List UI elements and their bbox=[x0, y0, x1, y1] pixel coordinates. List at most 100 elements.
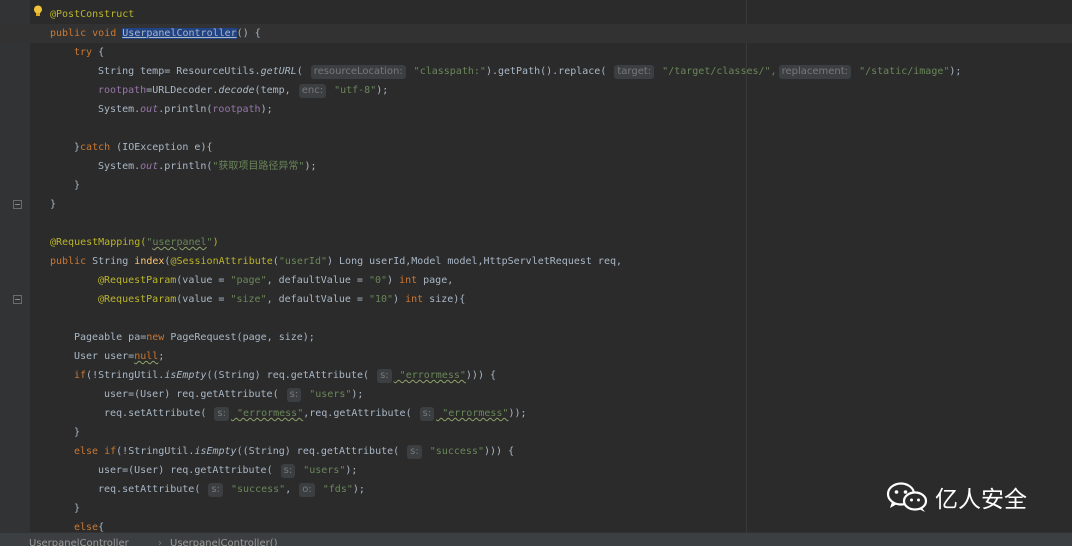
keyword: public bbox=[50, 256, 87, 267]
code-text: .println( bbox=[158, 161, 213, 172]
code-line[interactable]: @PostConstruct bbox=[50, 5, 134, 24]
annotation: @RequestParam bbox=[98, 294, 177, 305]
code-line[interactable]: String temp= ResourceUtils.getURL( resou… bbox=[98, 62, 961, 81]
code-text: (IOException e){ bbox=[110, 142, 213, 153]
code-text: , defaultValue = bbox=[266, 275, 369, 286]
fold-toggle-icon[interactable] bbox=[13, 295, 22, 304]
code-line[interactable]: } bbox=[74, 423, 80, 442]
code-line[interactable]: }catch (IOException e){ bbox=[74, 138, 213, 157]
string-literal: "fds" bbox=[316, 484, 353, 495]
field: rootpath bbox=[212, 104, 261, 115]
code-line[interactable]: req.setAttribute( s: "success", o: "fds"… bbox=[98, 480, 365, 499]
code-text: page, bbox=[417, 275, 454, 286]
keyword: int bbox=[399, 275, 418, 286]
parameter-hint: target: bbox=[614, 65, 655, 79]
watermark: 亿人安全 bbox=[885, 479, 1027, 515]
code-text: user=(User) req.getAttribute( bbox=[104, 389, 285, 400]
string-literal: "utf-8" bbox=[328, 85, 377, 96]
fold-toggle-icon[interactable] bbox=[13, 200, 22, 209]
code-line[interactable]: } bbox=[74, 499, 80, 518]
code-text: (value = bbox=[176, 294, 231, 305]
code-text: ((String) req.getAttribute( bbox=[236, 446, 406, 457]
code-text: req.setAttribute( bbox=[98, 484, 207, 495]
code-line[interactable]: rootpath=URLDecoder.decode(temp, enc: "u… bbox=[98, 81, 388, 100]
code-line[interactable]: if(!StringUtil.isEmpty((String) req.getA… bbox=[74, 366, 496, 385]
parameter-hint: s: bbox=[208, 483, 223, 497]
code-line[interactable]: req.setAttribute( s: "errormess",req.get… bbox=[104, 404, 527, 423]
string-literal: "/static/image" bbox=[853, 66, 950, 77]
code-line[interactable]: public String index(@SessionAttribute("u… bbox=[50, 252, 622, 271]
string-literal: "users" bbox=[297, 465, 346, 476]
code-text: } bbox=[74, 503, 81, 514]
code-text: ); bbox=[304, 161, 317, 172]
keyword: new bbox=[146, 332, 165, 343]
code-line[interactable]: } bbox=[74, 176, 80, 195]
method-name-selected: UserpanelController bbox=[122, 28, 237, 39]
parameter-hint: resourceLocation: bbox=[310, 65, 406, 79]
code-text: (value = bbox=[176, 275, 231, 286]
annotation: @RequestMapping( bbox=[50, 237, 147, 248]
code-line[interactable]: user=(User) req.getAttribute( s: "users"… bbox=[98, 461, 357, 480]
static-field: out bbox=[140, 161, 159, 172]
parameter-hint: s: bbox=[280, 464, 296, 478]
parameter-hint: s: bbox=[377, 369, 392, 383]
code-text: } bbox=[74, 180, 81, 191]
code-line[interactable]: try { bbox=[74, 43, 104, 62]
code-line[interactable]: @RequestParam(value = "page", defaultVal… bbox=[98, 271, 453, 290]
code-text: , bbox=[285, 484, 298, 495]
keyword: null bbox=[134, 351, 159, 362]
code-line[interactable]: @RequestMapping("userpanel") bbox=[50, 233, 219, 252]
code-line-current[interactable]: public void UserpanelController() { bbox=[0, 24, 1072, 43]
code-text: () { bbox=[236, 28, 261, 39]
breadcrumb: UserpanelController › UserpanelControlle… bbox=[0, 532, 1072, 546]
parameter-hint: o: bbox=[299, 483, 315, 497]
code-text: String temp= ResourceUtils. bbox=[98, 66, 261, 77]
code-text: ); bbox=[345, 465, 358, 476]
code-line[interactable]: } bbox=[50, 195, 56, 214]
code-text: String bbox=[86, 256, 135, 267]
keyword: int bbox=[405, 294, 424, 305]
string-literal: "classpath:" bbox=[407, 66, 486, 77]
editor-gutter bbox=[0, 0, 30, 532]
code-text: ( bbox=[296, 66, 309, 77]
lightbulb-icon[interactable] bbox=[33, 5, 43, 17]
annotation: @SessionAttribute bbox=[170, 256, 273, 267]
string-literal: "errormess" bbox=[230, 408, 304, 419]
string-literal: "success" bbox=[423, 446, 484, 457]
string-literal: "/target/classes/", bbox=[656, 66, 777, 77]
string-literal: "errormess" bbox=[436, 408, 509, 419]
keyword: void bbox=[92, 28, 117, 39]
parameter-hint: s: bbox=[407, 445, 422, 459]
code-text: ); bbox=[949, 66, 962, 77]
keyword: public bbox=[50, 28, 87, 39]
keyword: if bbox=[74, 370, 87, 381]
static-method: decode bbox=[218, 85, 255, 96]
code-line[interactable]: System.out.println("获取项目路径异常"); bbox=[98, 157, 317, 176]
code-line[interactable]: @RequestParam(value = "size", defaultVal… bbox=[98, 290, 465, 309]
code-text: ((String) req.getAttribute( bbox=[206, 370, 376, 381]
code-text: ; bbox=[158, 351, 165, 362]
code-editor[interactable]: @PostConstruct public void UserpanelCont… bbox=[0, 0, 1072, 533]
code-line[interactable]: Pageable pa=new PageRequest(page, size); bbox=[74, 328, 315, 347]
keyword: if bbox=[98, 446, 117, 457]
string-literal: "users" bbox=[303, 389, 352, 400]
code-line[interactable]: user=(User) req.getAttribute( s: "users"… bbox=[104, 385, 363, 404]
parameter-hint: replacement: bbox=[778, 65, 852, 79]
parameter-hint: s: bbox=[214, 407, 229, 421]
code-text: (temp, bbox=[254, 85, 297, 96]
parameter-hint: s: bbox=[419, 407, 435, 421]
code-text: PageRequest(page, size); bbox=[164, 332, 315, 343]
code-text: (!StringUtil. bbox=[116, 446, 195, 457]
keyword: catch bbox=[80, 142, 111, 153]
code-line[interactable]: User user=null; bbox=[74, 347, 164, 366]
code-text: ,req.getAttribute( bbox=[303, 408, 418, 419]
annotation: @PostConstruct bbox=[50, 9, 135, 20]
string-literal: "success" bbox=[224, 484, 286, 495]
code-line[interactable]: System.out.println(rootpath); bbox=[98, 100, 273, 119]
code-text: } bbox=[50, 199, 57, 210]
code-text: req.setAttribute( bbox=[104, 408, 213, 419]
code-text: { bbox=[92, 47, 105, 58]
annotation: @RequestParam bbox=[98, 275, 177, 286]
code-text: System. bbox=[98, 104, 141, 115]
code-line[interactable]: else if(!StringUtil.isEmpty((String) req… bbox=[74, 442, 514, 461]
